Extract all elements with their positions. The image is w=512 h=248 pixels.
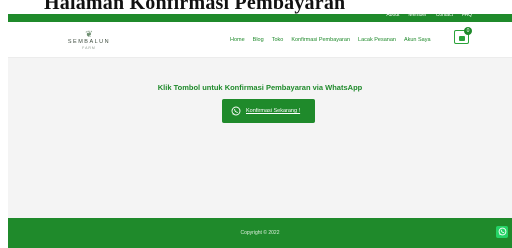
nav-item-lacak-pesanan[interactable]: Lacak Pesanan (358, 36, 396, 44)
site-logo[interactable]: ❦ SEMBALUN FARM (62, 30, 116, 52)
site-footer: Copyright © 2022 (8, 218, 512, 248)
nav-item-konfirmasi-pembayaran[interactable]: Konfirmasi Pembayaran (291, 36, 350, 44)
nav-item-toko[interactable]: Toko (272, 36, 284, 44)
logo-subtext: FARM (82, 46, 96, 50)
whatsapp-icon (231, 106, 241, 116)
main-nav: Home Blog Toko Konfirmasi Pembayaran Lac… (230, 36, 431, 44)
confirm-button-label: Konfirmasi Sekarang ! (246, 108, 301, 114)
leaf-logo-icon: ❦ (85, 29, 93, 39)
nav-item-blog[interactable]: Blog (253, 36, 264, 44)
site-header: ❦ SEMBALUN FARM Home Blog Toko Konfirmas… (8, 22, 512, 58)
cart-count-badge: 0 (464, 27, 472, 35)
main-content: Klik Tombol untuk Konfirmasi Pembayaran … (8, 58, 512, 218)
nav-item-home[interactable]: Home (230, 36, 245, 44)
logo-text: SEMBALUN (67, 39, 111, 45)
confirmation-headline: Klik Tombol untuk Konfirmasi Pembayaran … (157, 83, 363, 92)
page-caption-text: Halaman Konfirmasi Pembayaran (44, 0, 346, 14)
browser-page: About Member Contact FAQ ❦ SEMBALUN FARM… (8, 8, 512, 248)
nav-item-akun-saya[interactable]: Akun Saya (404, 36, 431, 44)
cart-icon (459, 36, 465, 41)
whatsapp-float-button[interactable] (496, 226, 508, 238)
copyright-text: Copyright © 2022 (240, 230, 280, 236)
whatsapp-icon (498, 223, 507, 241)
confirm-whatsapp-button[interactable]: Konfirmasi Sekarang ! (222, 99, 315, 123)
cart-button[interactable]: 0 (454, 27, 472, 44)
page-caption: Halaman Konfirmasi Pembayaran (0, 0, 512, 14)
